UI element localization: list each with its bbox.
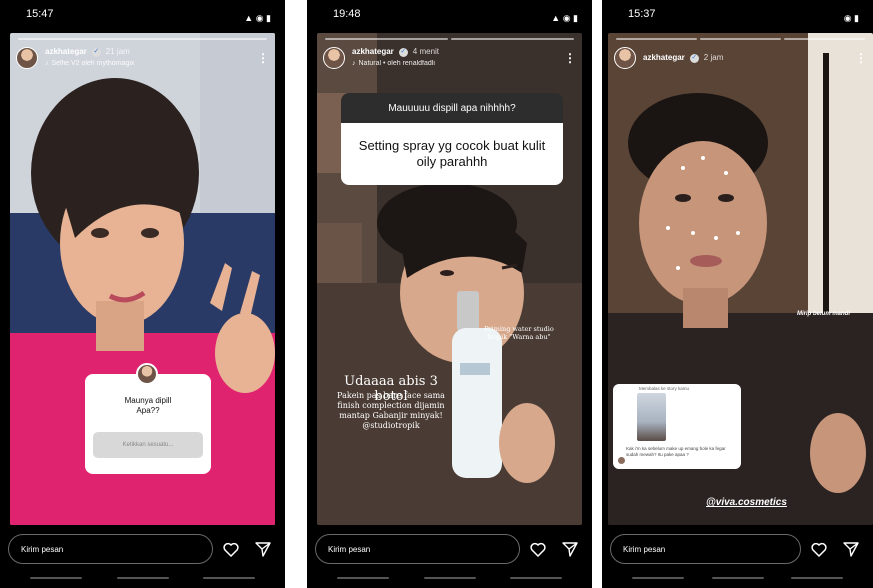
send-icon[interactable] (837, 535, 865, 563)
music-row[interactable]: ♪ Natural • oleh renaldfadli (352, 59, 564, 69)
caption-body: Pakein pas bare face sama finish complec… (337, 391, 445, 430)
music-icon: ♪ (45, 60, 49, 67)
more-options-icon[interactable]: ⋮ (257, 51, 269, 65)
story-progress (325, 38, 574, 40)
story-screen-1: 15:47 ▲ ◉ ▮ azkhategar ✓ 21 jam ♪ Selfie… (0, 0, 285, 588)
time-ago: 4 menit (412, 47, 440, 56)
verified-icon: ✓ (398, 47, 408, 57)
reply-bar: Kirim pesan (610, 533, 865, 565)
reply-bar: Kirim pesan (8, 533, 277, 565)
system-nav-bar (30, 577, 255, 581)
avatar (618, 457, 625, 464)
reply-bar: Kirim pesan (315, 533, 584, 565)
heart-icon[interactable] (805, 535, 833, 563)
story-header: azkhategar ✓ 21 jam ♪ Selfie V2 oleh myt… (16, 45, 269, 71)
story-header: azkhategar ✓ 2 jam ⋮ (614, 45, 867, 71)
mention-tag[interactable]: @viva.cosmetics (706, 497, 787, 508)
status-time: 15:47 (26, 8, 54, 20)
status-icons: ◉ ▮ (843, 12, 859, 23)
status-icons: ▲ ◉ ▮ (551, 12, 578, 23)
music-row[interactable]: ♪ Selfie V2 oleh mythomagix (45, 59, 257, 69)
status-time: 15:37 (628, 8, 656, 20)
heart-icon[interactable] (524, 535, 552, 563)
send-icon[interactable] (556, 535, 584, 563)
product-caption: Priming water studio tropik "Warna abu" (484, 325, 554, 341)
system-nav-bar (337, 577, 562, 581)
more-options-icon[interactable]: ⋮ (564, 51, 576, 65)
time-ago: 2 jam (703, 53, 724, 62)
question-sticker-answer: Setting spray yg cocok buat kulit oily p… (341, 123, 563, 185)
system-nav-bar (632, 577, 843, 581)
username[interactable]: azkhategar (352, 47, 394, 57)
question-sticker-header: Mauuuuu dispill apa nihhhh? (341, 93, 563, 123)
username[interactable]: azkhategar (643, 53, 685, 63)
status-bar: 15:37 ◉ ▮ (602, 0, 873, 28)
send-icon[interactable] (249, 535, 277, 563)
message-input[interactable]: Kirim pesan (315, 534, 520, 564)
music-label: Natural • oleh renaldfadli (358, 60, 435, 67)
story-screen-2: 19:48 ▲ ◉ ▮ azkhategar ✓ 4 menit ♪ Natur… (307, 0, 592, 588)
reply-thumbnail (637, 393, 666, 441)
time-ago: 21 jam (105, 47, 130, 56)
question-answer-field[interactable]: Ketikkan sesuatu... (93, 432, 203, 458)
avatar[interactable] (16, 47, 38, 69)
avatar (136, 363, 158, 385)
verified-icon: ✓ (91, 47, 101, 57)
story-progress (616, 38, 865, 40)
reply-text: Kak i'm ka sebelum make up emang bole ka… (626, 446, 726, 457)
story-progress (18, 38, 267, 40)
status-bar: 15:47 ▲ ◉ ▮ (0, 0, 285, 28)
reply-header: Membalas ke story kamu (639, 386, 690, 391)
message-input[interactable]: Kirim pesan (8, 534, 213, 564)
status-icons: ▲ ◉ ▮ (244, 12, 271, 23)
caption-tag: Mirip belum mandi (797, 311, 851, 317)
avatar[interactable] (614, 47, 636, 69)
status-bar: 19:48 ▲ ◉ ▮ (307, 0, 592, 28)
music-label: Selfie V2 oleh mythomagix (51, 60, 135, 67)
status-time: 19:48 (333, 8, 361, 20)
username[interactable]: azkhategar (45, 47, 87, 57)
more-options-icon[interactable]: ⋮ (855, 51, 867, 65)
heart-icon[interactable] (217, 535, 245, 563)
verified-icon: ✓ (689, 53, 699, 63)
avatar[interactable] (323, 47, 345, 69)
message-input[interactable]: Kirim pesan (610, 534, 801, 564)
reply-card: Membalas ke story kamu Kak i'm ka sebelu… (613, 384, 741, 469)
music-icon: ♪ (352, 60, 356, 67)
question-sticker[interactable]: Maunya dipill Apa?? Ketikkan sesuatu... (85, 363, 211, 474)
story-header: azkhategar ✓ 4 menit ♪ Natural • oleh re… (323, 45, 576, 71)
question-title: Maunya dipill Apa?? (124, 396, 172, 415)
